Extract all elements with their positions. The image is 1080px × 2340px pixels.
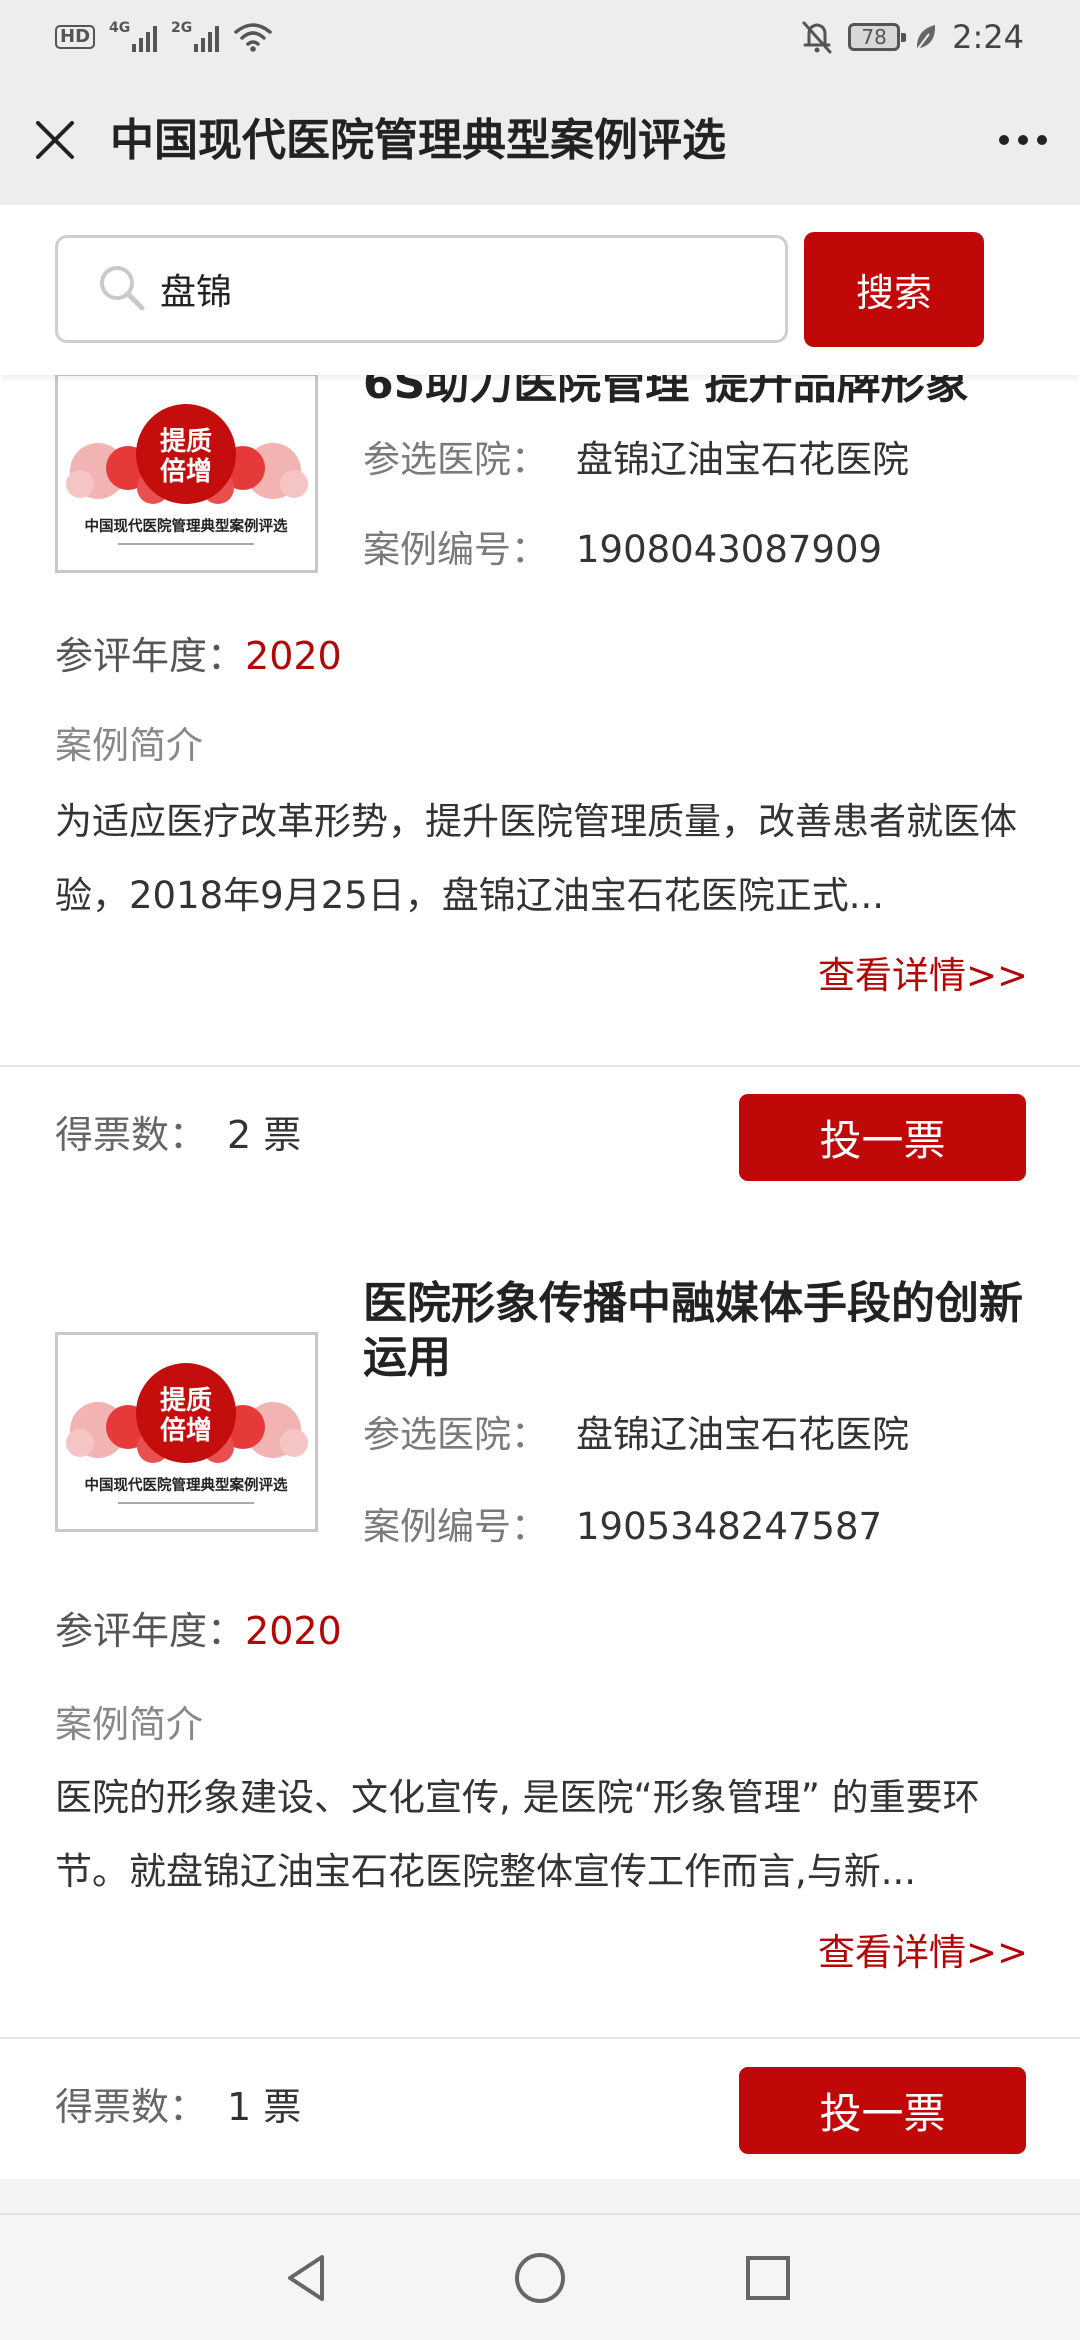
intro-label: 案例简介: [55, 1703, 203, 1746]
page-title: 中国现代医院管理典型案例评选: [110, 115, 726, 166]
search-icon: [100, 266, 145, 311]
seal-text: 倍增: [160, 456, 212, 487]
vote-count: 2 票: [227, 1113, 302, 1157]
more-dot: [1018, 135, 1028, 145]
vote-button[interactable]: 投一票: [739, 2067, 1026, 2154]
battery-icon: 78: [848, 23, 907, 51]
case-number-row: 案例编号： 1908043087909: [363, 526, 882, 574]
home-circle-icon[interactable]: [507, 2245, 573, 2311]
status-bar: HD 4G 2G 78 2:24: [0, 0, 1080, 75]
view-details-link[interactable]: 查看详情>>: [818, 1929, 1028, 1977]
intro-text: 为适应医疗改革形势，提升医院管理质量，改善患者就医体验，2018年9月25日，盘…: [55, 800, 1017, 917]
seal-text: 倍增: [160, 1415, 212, 1446]
more-dot: [1037, 135, 1047, 145]
title-bar: 中国现代医院管理典型案例评选: [0, 75, 1080, 205]
more-button[interactable]: [988, 111, 1058, 169]
leaf-icon: [916, 25, 936, 51]
back-triangle-icon[interactable]: [276, 2245, 342, 2311]
case-number: 1908043087909: [576, 528, 883, 571]
vote-count-row: 得票数： 2 票: [55, 1111, 301, 1159]
network-type-label: 4G: [109, 20, 131, 36]
case-thumbnail-image: 提质 倍增 中国现代医院管理典型案例评选: [58, 1335, 315, 1529]
case-thumbnail[interactable]: 提质 倍增 中国现代医院管理典型案例评选: [55, 375, 318, 573]
hospital-label: 参选医院：: [363, 438, 548, 481]
case-number-label: 案例编号：: [363, 528, 548, 571]
vote-count: 1 票: [227, 2085, 302, 2129]
view-details-link[interactable]: 查看详情>>: [818, 952, 1028, 1000]
seal-text: 提质: [160, 427, 212, 457]
battery-level: 78: [861, 25, 887, 49]
votes-label: 得票数：: [55, 1113, 208, 1157]
case-title[interactable]: 6S助力医院管理 提升品牌形象: [363, 375, 1033, 411]
more-dots-icon: [999, 135, 1009, 145]
intro-label: 案例简介: [55, 724, 203, 767]
divider: [0, 1065, 1080, 1067]
case-number: 1905348247587: [576, 1505, 883, 1548]
hd-badge: HD: [55, 25, 96, 49]
status-left: HD 4G 2G: [55, 14, 273, 60]
divider: [0, 2037, 1080, 2039]
year-label: 参评年度：: [55, 1609, 246, 1653]
year-label: 参评年度：: [55, 634, 246, 678]
case-thumbnail[interactable]: 提质 倍增 中国现代医院管理典型案例评选: [55, 1332, 318, 1532]
thumbnail-caption: 中国现代医院管理典型案例评选: [85, 1476, 288, 1494]
hospital-row: 参选医院： 盘锦辽油宝石花医院: [363, 436, 909, 484]
search-button[interactable]: 搜索: [804, 232, 984, 347]
network-type-label: 2G: [171, 20, 193, 36]
recents-square-icon[interactable]: [735, 2245, 801, 2311]
year-value: 2020: [245, 634, 342, 678]
hospital-name: 盘锦辽油宝石花医院: [576, 1413, 909, 1456]
year-row: 参评年度：2020: [55, 632, 342, 680]
clock: 2:24: [952, 18, 1024, 56]
system-nav-bar: [0, 2213, 1080, 2340]
status-right: 78 2:24: [800, 14, 1024, 60]
search-bar: 搜索: [0, 205, 1080, 375]
year-value: 2020: [245, 1609, 342, 1653]
wifi-icon: [234, 23, 272, 52]
search-input[interactable]: [158, 238, 758, 340]
vote-button[interactable]: 投一票: [739, 1094, 1026, 1181]
vote-count-row: 得票数： 1 票: [55, 2083, 301, 2131]
case-thumbnail-image: 提质 倍增 中国现代医院管理典型案例评选: [58, 376, 315, 570]
hospital-row: 参选医院： 盘锦辽油宝石花医院: [363, 1411, 909, 1459]
seal-text: 提质: [160, 1386, 212, 1416]
year-row: 参评年度：2020: [55, 1607, 342, 1655]
case-list[interactable]: 6S助力医院管理 提升品牌形象 提质 倍增 中国现代医院管理典型案例评选 参选医…: [0, 375, 1080, 2213]
thumbnail-caption: 中国现代医院管理典型案例评选: [85, 517, 288, 535]
case-number-row: 案例编号： 1905348247587: [363, 1503, 882, 1551]
close-icon: [36, 121, 74, 159]
case-card: 医院形象传播中融媒体手段的创新运用 提质 倍增 中国现代医院管理典型案例评选 参…: [0, 1237, 1080, 2179]
hospital-name: 盘锦辽油宝石花医院: [576, 438, 909, 481]
signal-2g-icon: 2G: [171, 20, 220, 54]
close-button[interactable]: [26, 111, 84, 169]
case-number-label: 案例编号：: [363, 1505, 548, 1548]
intro-text: 医院的形象建设、文化宣传, 是医院“形象管理” 的重要环节。就盘锦辽油宝石花医院…: [55, 1776, 980, 1893]
hospital-label: 参选医院：: [363, 1413, 548, 1456]
votes-label: 得票数：: [55, 2085, 208, 2129]
case-title[interactable]: 医院形象传播中融媒体手段的创新运用: [363, 1277, 1033, 1385]
bell-muted-icon: [802, 21, 832, 54]
signal-4g-icon: 4G: [109, 20, 158, 54]
search-box[interactable]: [55, 235, 788, 343]
